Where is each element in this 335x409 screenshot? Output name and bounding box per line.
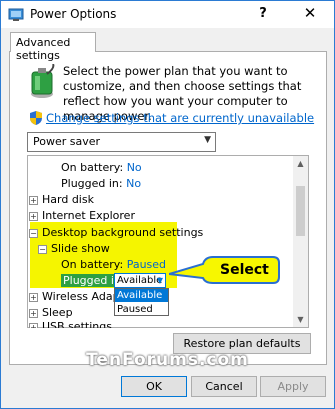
expand-plus-icon[interactable]: + <box>29 211 38 221</box>
tree-row-hd-on-battery[interactable]: On battery: No <box>61 160 142 175</box>
collapse-minus-icon[interactable]: − <box>38 244 47 254</box>
power-plan-select[interactable]: Power saver ▼ <box>27 132 216 152</box>
tab-advanced-settings[interactable]: Advanced settings <box>10 32 96 62</box>
tree-row-hard-disk[interactable]: + Hard disk <box>29 192 94 207</box>
tree-row-value[interactable]: No <box>126 177 141 190</box>
power-options-icon <box>8 8 24 21</box>
uac-shield-icon <box>30 111 42 125</box>
tree-row-label: Internet Explorer <box>42 209 135 222</box>
tree-row-desktop-background[interactable]: − Desktop background settings <box>29 225 203 240</box>
option-paused[interactable]: Paused <box>115 303 168 316</box>
expand-plus-icon[interactable]: + <box>29 195 38 205</box>
tree-row-label: Desktop background settings <box>42 226 204 239</box>
plugged-in-options[interactable]: Available Paused <box>114 288 169 316</box>
tree-row-label: Plugged in: <box>61 177 123 190</box>
change-settings-link[interactable]: Change settings that are currently unava… <box>46 111 314 125</box>
tree-scrollbar[interactable]: ▲ ▼ <box>293 156 308 327</box>
chevron-down-icon: ▼ <box>204 135 211 145</box>
plugged-in-value: Available <box>117 275 163 286</box>
scroll-up-icon[interactable]: ▲ <box>296 159 305 168</box>
close-button[interactable]: ✕ <box>290 3 330 25</box>
cancel-button[interactable]: Cancel <box>191 376 257 397</box>
expand-plus-icon[interactable]: + <box>29 322 38 328</box>
tree-row-hd-plugged-in[interactable]: Plugged in: No <box>61 176 141 191</box>
window-title: Power Options <box>30 7 117 21</box>
tree-row-value[interactable]: Paused <box>127 258 166 271</box>
tree-row-label: On battery: <box>61 258 124 271</box>
tree-row-usb-settings[interactable]: + USB settings <box>29 319 112 328</box>
tree-row-label: On battery: <box>61 161 124 174</box>
battery-plug-icon <box>31 64 55 98</box>
ok-button[interactable]: OK <box>121 376 187 397</box>
plugged-in-select[interactable]: Available ▼ <box>114 273 166 288</box>
tree-row-slide-show[interactable]: − Slide show <box>38 241 110 256</box>
title-bar[interactable]: Power Options ? ✕ <box>1 1 334 28</box>
apply-button[interactable]: Apply <box>260 376 326 397</box>
option-available[interactable]: Available <box>115 289 168 302</box>
collapse-minus-icon[interactable]: − <box>29 228 38 238</box>
tree-row-ss-on-battery[interactable]: On battery: Paused <box>61 257 166 272</box>
tree-row-internet-explorer[interactable]: + Internet Explorer <box>29 208 135 223</box>
scroll-down-icon[interactable]: ▼ <box>296 315 305 324</box>
tree-row-label: Slide show <box>51 242 110 255</box>
chevron-down-icon: ▼ <box>156 276 163 285</box>
tree-row-label: USB settings <box>42 320 112 328</box>
tree-row-label: Sleep <box>42 306 73 319</box>
expand-plus-icon[interactable]: + <box>29 292 38 302</box>
power-plan-value: Power saver <box>33 135 101 148</box>
watermark: TenForums.com <box>86 350 249 370</box>
help-button[interactable]: ? <box>249 3 277 25</box>
tree-row-label: Hard disk <box>42 193 94 206</box>
callout-text: Select <box>220 262 269 278</box>
tree-row-value[interactable]: No <box>127 161 142 174</box>
scroll-thumb[interactable] <box>296 186 305 236</box>
expand-plus-icon[interactable]: + <box>29 308 38 318</box>
tree-row-sleep[interactable]: + Sleep <box>29 305 73 320</box>
